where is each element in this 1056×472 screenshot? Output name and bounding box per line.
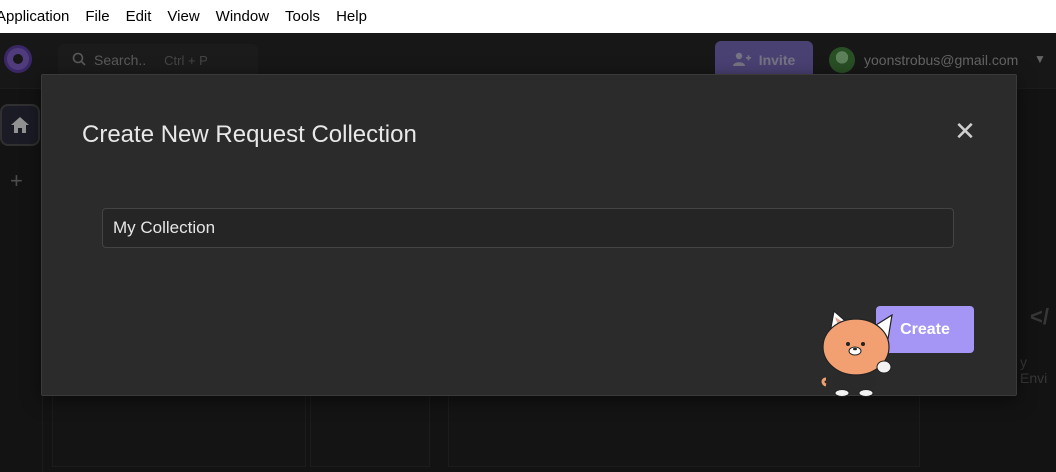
close-icon[interactable]: ✕	[953, 118, 977, 144]
collection-name-input[interactable]: My Collection	[102, 208, 954, 248]
menu-view[interactable]: View	[167, 8, 199, 25]
menu-application[interactable]: Application	[0, 8, 69, 25]
menu-edit[interactable]: Edit	[126, 8, 152, 25]
menu-help[interactable]: Help	[336, 8, 367, 25]
window-menubar: Application File Edit View Window Tools …	[0, 0, 1056, 33]
dialog-title: Create New Request Collection	[82, 121, 417, 148]
mascot-cat-icon	[819, 309, 893, 397]
create-collection-dialog: Create New Request Collection ✕ My Colle…	[41, 74, 1017, 397]
menu-window[interactable]: Window	[216, 8, 269, 25]
menu-file[interactable]: File	[85, 8, 109, 25]
menu-tools[interactable]: Tools	[285, 8, 320, 25]
